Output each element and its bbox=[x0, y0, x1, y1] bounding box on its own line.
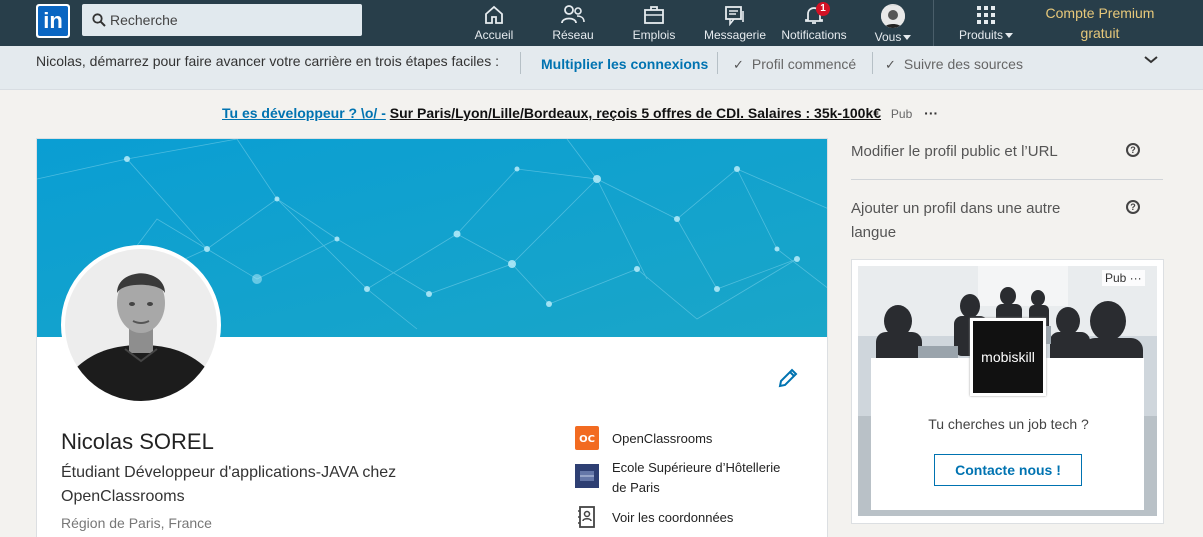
chevron-down-icon[interactable] bbox=[1143, 54, 1159, 66]
profile-photo[interactable] bbox=[61, 245, 221, 405]
nav-products[interactable]: Produits bbox=[955, 2, 1017, 44]
nav-messaging[interactable]: Messagerie bbox=[703, 2, 767, 44]
avatar bbox=[881, 4, 905, 28]
top-sponsored-ad[interactable]: Tu es développeur ? \o/ - Sur Paris/Lyon… bbox=[222, 105, 938, 121]
nav-network-label: Réseau bbox=[552, 28, 594, 42]
top-navbar: in Accueil Réseau Emplois Messagerie 1 N… bbox=[0, 0, 1203, 46]
chevron-down-icon bbox=[903, 35, 912, 41]
network-icon bbox=[561, 5, 585, 24]
nav-jobs[interactable]: Emplois bbox=[630, 2, 678, 44]
home-icon bbox=[485, 5, 503, 24]
add-language-line-1: Ajouter un profil dans une autre bbox=[851, 200, 1061, 217]
divider bbox=[717, 52, 718, 74]
nav-home-label: Accueil bbox=[474, 28, 514, 42]
search-box[interactable] bbox=[82, 4, 362, 36]
jobs-icon bbox=[644, 6, 664, 24]
linkedin-logo-mark: in bbox=[38, 6, 68, 36]
school-logo bbox=[575, 464, 599, 488]
ad-pub-label[interactable]: Pub ··· bbox=[1102, 270, 1145, 286]
check-icon: ✓ bbox=[885, 57, 896, 72]
ad-text: Tu cherches un job tech ? bbox=[928, 416, 1089, 432]
check-icon: ✓ bbox=[733, 57, 744, 72]
onboarding-text: Nicolas, démarrez pour faire avancer vot… bbox=[36, 53, 499, 69]
onboarding-step-connections[interactable]: Multiplier les connexions bbox=[541, 56, 708, 72]
premium-line-2: gratuit bbox=[1080, 25, 1120, 41]
search-input[interactable] bbox=[110, 4, 350, 36]
divider bbox=[872, 52, 873, 74]
divider bbox=[851, 179, 1163, 180]
sidebar-item-label: Voir les coordonnées bbox=[612, 510, 734, 525]
premium-line-1: Compte Premium bbox=[1045, 5, 1155, 21]
onboarding-bar: Nicolas, démarrez pour faire avancer vot… bbox=[0, 46, 1203, 90]
nav-me-label: Vous bbox=[874, 30, 902, 44]
profile-location: Région de Paris, France bbox=[61, 515, 212, 531]
nav-notifications-label: Notifications bbox=[781, 28, 847, 42]
edit-public-profile-link[interactable]: Modifier le profil public et l’URL bbox=[851, 140, 1058, 164]
ad-contact-button[interactable]: Contacte nous ! bbox=[934, 454, 1082, 486]
onboarding-step-follow-label: Suivre des sources bbox=[903, 56, 1023, 72]
messaging-icon bbox=[725, 6, 744, 26]
help-icon[interactable]: ? bbox=[1126, 200, 1140, 214]
openclassrooms-logo: OC bbox=[575, 426, 599, 450]
premium-link[interactable]: Compte Premium gratuit bbox=[1036, 3, 1164, 43]
nav-home[interactable]: Accueil bbox=[474, 2, 514, 44]
contact-card-icon bbox=[578, 506, 595, 528]
more-icon[interactable]: ··· bbox=[924, 105, 938, 121]
sidebar-item-label: OpenClassrooms bbox=[612, 431, 713, 446]
edit-pencil-icon[interactable] bbox=[777, 367, 799, 389]
onboarding-step-profile[interactable]: ✓ Profil commencé bbox=[733, 56, 856, 73]
profile-card: Nicolas SOREL Étudiant Développeur d'app… bbox=[36, 138, 828, 537]
nav-messaging-label: Messagerie bbox=[703, 28, 767, 42]
mobiskill-logo: mobiskill bbox=[970, 318, 1046, 396]
top-ad-pub-label: Pub bbox=[890, 107, 913, 121]
top-ad-body[interactable]: Sur Paris/Lyon/Lille/Bordeaux, reçois 5 … bbox=[390, 105, 881, 121]
school-line-1: Ecole Supérieure d’Hôtellerie bbox=[612, 460, 781, 475]
nav-notifications[interactable]: 1 Notifications bbox=[779, 2, 849, 44]
onboarding-step-follow[interactable]: ✓ Suivre des sources bbox=[885, 56, 1023, 73]
nav-me[interactable]: Vous bbox=[872, 2, 914, 44]
svg-text:OC: OC bbox=[579, 434, 595, 445]
profile-name: Nicolas SOREL bbox=[61, 429, 214, 454]
add-language-profile-link[interactable]: Ajouter un profil dans une autre langue bbox=[851, 197, 1060, 245]
school-line-2: de Paris bbox=[612, 480, 660, 495]
grid-icon bbox=[977, 6, 995, 24]
nav-divider bbox=[933, 0, 934, 46]
profile-headline: Étudiant Développeur d'applications-JAVA… bbox=[61, 464, 397, 505]
add-language-line-2: langue bbox=[851, 224, 897, 241]
nav-network[interactable]: Réseau bbox=[552, 2, 594, 44]
chevron-down-icon bbox=[1005, 33, 1014, 39]
notification-badge: 1 bbox=[816, 2, 830, 16]
nav-products-label: Produits bbox=[958, 28, 1004, 42]
nav-jobs-label: Emplois bbox=[632, 28, 676, 42]
sidebar-item-label: Ecole Supérieure d’Hôtellerie de Paris bbox=[612, 458, 780, 498]
top-ad-headline[interactable]: Tu es développeur ? \o/ - bbox=[222, 105, 386, 121]
search-icon bbox=[92, 13, 106, 27]
onboarding-step-profile-label: Profil commencé bbox=[751, 56, 857, 72]
divider bbox=[520, 52, 521, 74]
linkedin-logo[interactable]: in bbox=[36, 4, 70, 38]
sidebar-ad[interactable]: Pub ··· mobiskill Tu cherches un job tec… bbox=[851, 259, 1164, 524]
help-icon[interactable]: ? bbox=[1126, 143, 1140, 157]
